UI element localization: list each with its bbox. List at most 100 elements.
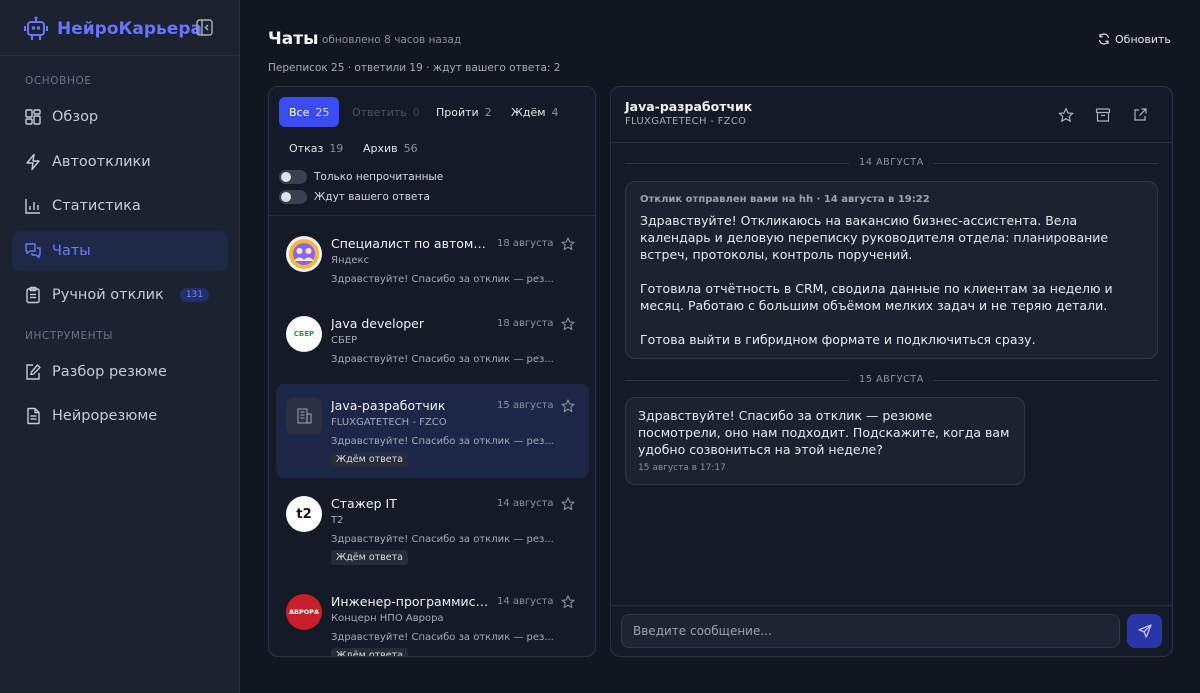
status-badge: Ждём ответа bbox=[331, 648, 408, 656]
message-text: Здравствуйте! Откликаюсь на вакансию биз… bbox=[640, 213, 1113, 347]
chat-preview: Здравствуйте! Спасибо за отклик — рез... bbox=[331, 632, 554, 643]
chat-company: СБЕР bbox=[331, 335, 358, 346]
bar-chart-icon bbox=[25, 199, 40, 214]
building-icon bbox=[297, 408, 312, 424]
tab-count: 2 bbox=[484, 105, 492, 119]
chat-list-item[interactable]: Java-разработчик 15 августа FLUXGATETECH… bbox=[276, 384, 589, 478]
send-button[interactable] bbox=[1127, 614, 1162, 648]
chat-company: Яндекс bbox=[331, 255, 370, 266]
company-logo-text: СБЕР bbox=[293, 330, 315, 338]
dashboard-icon bbox=[25, 109, 41, 125]
list-divider bbox=[269, 215, 595, 216]
sidebar-divider bbox=[0, 55, 239, 56]
chat-company: FLUXGATETECH - FZCO bbox=[331, 417, 447, 428]
archive-icon[interactable] bbox=[1095, 107, 1111, 123]
tab-waiting[interactable]: Ждём 4 bbox=[501, 97, 569, 127]
sidebar-item-overview[interactable]: Обзор bbox=[12, 97, 228, 137]
tab-pass[interactable]: Пройти 2 bbox=[426, 97, 502, 127]
sidebar-item-statistics[interactable]: Статистика bbox=[12, 186, 228, 226]
chat-preview: Здравствуйте! Спасибо за отклик — рез... bbox=[331, 534, 554, 545]
date-divider: 14 АВГУСТА bbox=[625, 157, 1158, 169]
chat-list-item[interactable]: АВРОРА Инженер-программист ... 14 август… bbox=[276, 580, 589, 656]
company-logo-text: АВРОРА bbox=[288, 608, 320, 616]
sidebar-count-badge: 131 bbox=[179, 288, 209, 302]
chat-date: 15 августа bbox=[497, 400, 554, 411]
message-meta: Отклик отправлен вами на hh · 14 августа… bbox=[640, 194, 930, 205]
sidebar-item-manual-response[interactable]: Ручной отклик 131 bbox=[12, 275, 228, 315]
toggle-unread-only[interactable]: Только непрочитанные bbox=[279, 169, 443, 185]
conversation-header-divider bbox=[611, 142, 1172, 143]
tab-label: Пройти bbox=[436, 105, 479, 119]
sidebar-item-chats[interactable]: Чаты bbox=[12, 231, 228, 271]
tab-label: Отказ bbox=[289, 141, 324, 155]
robot-icon bbox=[24, 16, 48, 40]
tab-archive[interactable]: Архив 56 bbox=[353, 133, 428, 163]
brand[interactable]: НейроКарьера bbox=[24, 14, 202, 44]
toggle-switch[interactable] bbox=[279, 170, 307, 184]
star-icon[interactable] bbox=[1058, 107, 1074, 123]
chat-date: 14 августа bbox=[497, 596, 554, 607]
star-icon[interactable] bbox=[561, 399, 575, 413]
toggle-waiting-reply[interactable]: Ждут вашего ответа bbox=[279, 189, 430, 205]
company-logo bbox=[286, 236, 322, 272]
chat-title: Инженер-программист ... bbox=[331, 594, 491, 609]
tab-reply[interactable]: Ответить 0 bbox=[342, 97, 430, 127]
sidebar-item-label: Нейрорезюме bbox=[52, 408, 158, 424]
toggle-label: Только непрочитанные bbox=[314, 171, 444, 183]
chat-title: Специалист по автоматизации bbox=[331, 236, 491, 251]
sidebar-item-autoresponses[interactable]: Автоотклики bbox=[12, 142, 228, 182]
star-icon[interactable] bbox=[561, 595, 575, 609]
star-icon[interactable] bbox=[561, 237, 575, 251]
conversation-title: Java-разработчик bbox=[625, 99, 753, 114]
tab-label: Ответить bbox=[352, 105, 407, 119]
sidebar-item-neuroresume[interactable]: Нейрорезюме bbox=[12, 396, 228, 436]
company-logo: АВРОРА bbox=[286, 594, 322, 630]
composer-divider bbox=[611, 605, 1172, 606]
chat-date: 14 августа bbox=[497, 498, 554, 509]
sidebar-item-resume-review[interactable]: Разбор резюме bbox=[12, 352, 228, 392]
chat-date: 18 августа bbox=[497, 318, 554, 329]
star-icon[interactable] bbox=[561, 317, 575, 331]
sidebar: НейроКарьера ОСНОВНОЕ Обзор Автоотклики … bbox=[0, 0, 240, 693]
received-message: Здравствуйте! Спасибо за отклик — резюме… bbox=[625, 397, 1025, 485]
last-updated: обновлено 8 часов назад bbox=[322, 34, 462, 46]
lightning-icon bbox=[26, 153, 40, 171]
section-label-main: ОСНОВНОЕ bbox=[25, 75, 92, 87]
company-logo: СБЕР bbox=[286, 316, 322, 352]
chat-company: Концерн НПО Аврора bbox=[331, 613, 444, 624]
page-title: Чаты bbox=[268, 29, 319, 49]
chat-list-item[interactable]: t2 Стажер IT 14 августа Т2 Здравствуйте!… bbox=[276, 482, 589, 576]
tab-count: 4 bbox=[551, 105, 559, 119]
refresh-button[interactable]: Обновить bbox=[1092, 27, 1177, 51]
chat-title: Java-разработчик bbox=[331, 398, 446, 413]
clipboard-icon bbox=[26, 286, 40, 304]
chat-list-item[interactable]: СБЕР Java developer 18 августа СБЕР Здра… bbox=[276, 302, 589, 396]
sidebar-item-label: Разбор резюме bbox=[52, 364, 167, 380]
toggle-switch[interactable] bbox=[279, 190, 307, 204]
toggle-label: Ждут вашего ответа bbox=[314, 191, 430, 203]
star-icon[interactable] bbox=[561, 497, 575, 511]
company-logo bbox=[286, 398, 322, 434]
tab-label: Ждём bbox=[511, 105, 546, 119]
chat-title: Стажер IT bbox=[331, 496, 397, 511]
chat-preview: Здравствуйте! Спасибо за отклик — рез... bbox=[331, 354, 554, 365]
sidebar-item-label: Автоотклики bbox=[52, 154, 151, 170]
document-icon bbox=[27, 407, 40, 425]
tab-count: 19 bbox=[329, 141, 344, 155]
refresh-icon bbox=[1098, 33, 1110, 45]
message-time: 15 августа в 17:17 bbox=[638, 463, 726, 473]
sidebar-item-label: Ручной отклик bbox=[52, 287, 164, 303]
chat-date: 18 августа bbox=[497, 238, 554, 249]
external-link-icon[interactable] bbox=[1132, 107, 1148, 123]
chat-list-panel: Все 25 Ответить 0 Пройти 2 Ждём 4 Отказ 19 Ар… bbox=[268, 86, 596, 657]
message-input[interactable] bbox=[621, 614, 1120, 648]
chat-preview: Здравствуйте! Спасибо за отклик — рез... bbox=[331, 274, 554, 285]
tab-rejected[interactable]: Отказ 19 bbox=[279, 133, 353, 163]
tab-all[interactable]: Все 25 bbox=[279, 97, 340, 127]
date-divider: 15 АВГУСТА bbox=[625, 374, 1158, 386]
brand-name: НейроКарьера bbox=[57, 19, 202, 39]
status-badge: Ждём ответа bbox=[331, 452, 408, 467]
sidebar-collapse-icon[interactable] bbox=[196, 19, 213, 36]
chat-title: Java developer bbox=[331, 316, 424, 331]
message-text: Здравствуйте! Спасибо за отклик — резюме… bbox=[638, 408, 1010, 457]
